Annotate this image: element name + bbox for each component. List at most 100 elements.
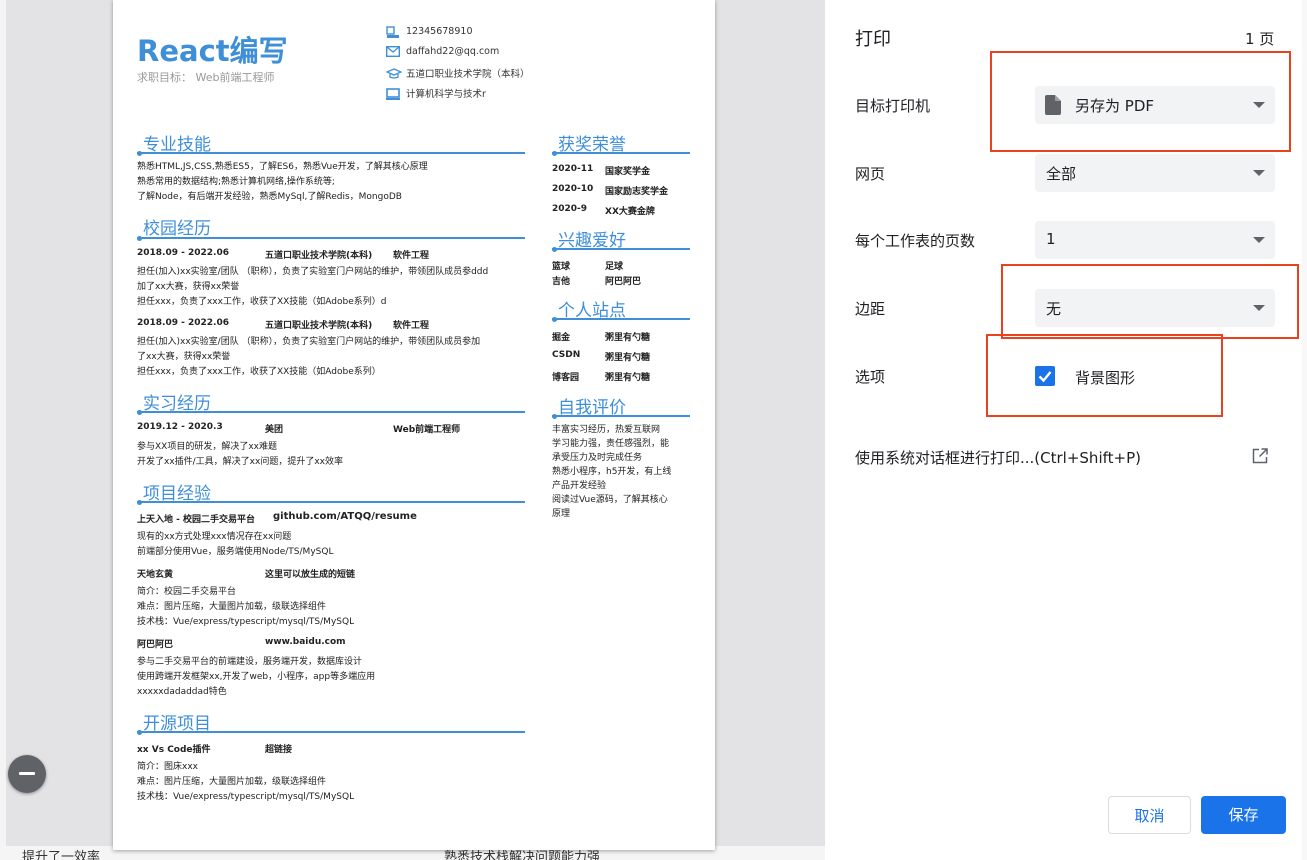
section-divider [552,248,690,250]
project-link[interactable]: 这里可以放生成的短链 [265,567,355,580]
project-line: 技术栈：Vue/express/typescript/mysql/TS/MySQ… [137,617,355,627]
laptop-icon [386,87,400,100]
section-title-campus: 校园经历 [143,219,211,239]
window-right-edge [1302,0,1307,860]
campus-date: 2018.09 - 2022.06 [137,248,229,258]
hobby-item: 篮球 [552,262,571,272]
award-year: 2020-11 [552,164,594,174]
award-name: 国家励志奖学金 [605,187,669,197]
section-divider [137,501,525,503]
contact-email: daffahd22@qq.com [385,45,499,58]
self-eval-line: 丰富实习经历，热爱互联网 [552,425,661,435]
resume-job-target: 求职目标： Web前端工程师 [137,71,275,84]
hobby-item: 足球 [605,262,624,272]
highlight-box-margins [1001,264,1299,339]
highlight-box-background-graphics [986,334,1223,417]
section-divider-dot [552,414,557,419]
page-count: 1 页 [1245,30,1275,48]
self-eval-line: 阅读过Vue源码，了解其核心 [552,495,668,505]
self-eval-line: 学习能力强，责任感强烈，能 [552,439,670,449]
opensource-line: 难点：图片压缩，大量图片加载，级联选择组件 [137,777,327,787]
project-name: 上天入地 - 校园二手交易平台 [137,515,256,525]
intern-role: Web前端工程师 [393,425,461,435]
options-label: 选项 [855,368,886,386]
open-in-new-icon[interactable] [1252,448,1268,468]
intern-company: 美团 [265,425,284,435]
project-line: xxxxxdadaddad特色 [137,687,227,697]
intern-date: 2019.12 - 2020.3 [137,422,223,432]
section-divider-dot [552,151,557,156]
pages-value: 全部 [1046,165,1077,183]
pages-label: 网页 [855,165,886,183]
background-text-left: 提升了一效率 [22,850,101,860]
section-divider [137,411,525,413]
section-divider-dot [137,410,142,415]
site-link[interactable]: 粥里有勺糖 [605,370,650,383]
site-link[interactable]: 粥里有勺糖 [605,330,650,343]
dropdown-arrow-icon [1253,170,1265,176]
resume-page-preview[interactable]: React编写 求职目标： Web前端工程师 12345678910 daffa… [113,0,715,850]
section-divider [552,318,690,320]
intern-line: 开发了xx插件/工具，解决了xx问题，提升了xx效率 [137,457,343,467]
project-link[interactable]: www.baidu.com [265,637,346,647]
campus-school: 五道口职业技术学院(本科) [265,251,373,261]
section-divider [552,415,690,417]
background-page-edge [0,0,6,860]
campus-school: 五道口职业技术学院(本科) [265,321,373,331]
margins-label: 边距 [855,300,886,318]
campus-line: 担任(加入)xx实验室/团队 （职称），负责了实验室门户网站的维护，带领团队成员… [137,337,481,347]
campus-major: 软件工程 [393,251,430,261]
site-name: 掘金 [552,333,571,343]
hobby-item: 阿巴阿巴 [605,277,642,287]
minus-icon [19,772,35,775]
section-divider-dot [137,236,142,241]
dropdown-arrow-icon [1253,237,1265,243]
print-dialog-title: 打印 [855,29,891,50]
zoom-out-button[interactable] [8,755,46,793]
graduation-cap-icon [385,67,403,79]
project-line: 参与二手交易平台的前端建设，服务端开发，数据库设计 [137,657,363,667]
section-divider-dot [552,317,557,322]
opensource-link[interactable]: 超链接 [265,742,292,755]
cancel-button[interactable]: 取消 [1108,796,1191,834]
skills-line: 熟悉常用的数据结构;熟悉计算机网络,操作系统等; [137,177,335,187]
project-link[interactable]: github.com/ATQQ/resume [273,511,417,522]
destination-label: 目标打印机 [855,97,931,115]
self-eval-line: 原理 [552,509,571,519]
pages-per-sheet-label: 每个工作表的页数 [855,232,976,250]
award-year: 2020-9 [552,204,588,214]
pages-per-sheet-select[interactable]: 1 [1035,221,1275,259]
resume-name: React编写 [137,34,288,68]
opensource-name: xx Vs Code插件 [137,745,211,755]
print-preview-area: 提升了一效率 熟悉技术栈解决问题能力强 React编写 求职目标： Web前端工… [0,0,825,860]
section-divider-dot [137,500,142,505]
award-name: 国家奖学金 [605,167,651,177]
section-divider [137,731,525,733]
opensource-line: 简介：图床xxx [137,762,198,772]
project-line: 难点：图片压缩，大量图片加载，级联选择组件 [137,602,327,612]
project-line: 使用跨端开发框架xx,开发了web，小程序，app等多端应用 [137,672,376,682]
email-icon [385,45,401,58]
project-name: 阿巴阿巴 [137,640,174,650]
highlight-box-destination [990,51,1291,152]
section-divider [137,237,525,239]
system-dialog-link[interactable]: 使用系统对话框进行打印...(Ctrl+Shift+P) [855,447,1141,468]
contact-phone: 12345678910 [386,26,473,38]
contact-major: 计算机科学与技术r [386,86,486,100]
self-eval-line: 产品开发经验 [552,481,607,491]
campus-line: 担任(加入)xx实验室/团队 （职称），负责了实验室门户网站的维护，带领团队成员… [137,267,489,277]
campus-line: 加了xx大赛，获得xx荣誉 [137,282,240,292]
campus-line: 了xx大赛，获得xx荣誉 [137,352,231,362]
project-line: 前端部分使用Vue，服务端使用Node/TS/MySQL [137,547,334,557]
project-line: 现有的xx方式处理xxx情况存在xx问题 [137,532,292,542]
skills-line: 熟悉HTML,JS,CSS,熟悉ES5，了解ES6，熟悉Vue开发，了解其核心原… [137,162,428,172]
pages-select[interactable]: 全部 [1035,154,1275,192]
site-name: CSDN [552,350,581,360]
save-button[interactable]: 保存 [1201,796,1286,834]
section-divider-dot [137,151,142,156]
section-divider [552,152,690,154]
contact-school: 五道口职业技术学院（本科） [385,66,530,80]
site-link[interactable]: 粥里有勺糖 [605,350,650,363]
opensource-line: 技术栈：Vue/express/typescript/mysql/TS/MySQ… [137,792,355,802]
intern-line: 参与XX项目的研发，解决了xx难题 [137,442,277,452]
